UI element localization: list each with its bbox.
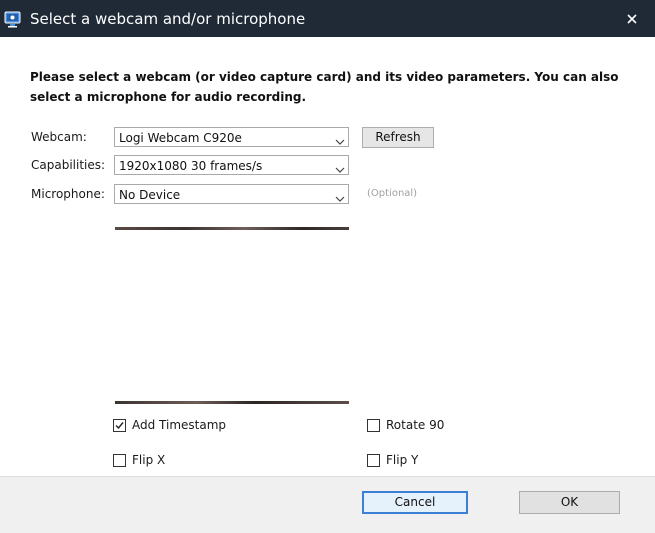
capabilities-select-value: 1920x1080 30 frames/s: [119, 159, 263, 173]
rotate-90-option[interactable]: Rotate 90: [367, 418, 444, 432]
refresh-button[interactable]: Refresh: [362, 127, 434, 148]
webcam-app-icon: [4, 9, 24, 29]
microphone-select[interactable]: No Device: [114, 184, 349, 204]
webcam-dialog: Select a webcam and/or microphone Please…: [0, 0, 655, 533]
preview-edge-bottom: [115, 401, 349, 404]
webcam-select-value: Logi Webcam C920e: [119, 131, 242, 145]
flip-x-checkbox[interactable]: [113, 453, 126, 467]
close-icon[interactable]: [621, 8, 643, 30]
capabilities-label: Capabilities:: [31, 158, 106, 172]
add-timestamp-option[interactable]: Add Timestamp: [113, 418, 226, 432]
webcam-label: Webcam:: [31, 130, 87, 144]
chevron-down-icon: [335, 160, 345, 173]
rotate-90-checkbox[interactable]: [367, 418, 380, 432]
add-timestamp-checkbox[interactable]: [113, 418, 126, 432]
cancel-button[interactable]: Cancel: [362, 491, 468, 514]
add-timestamp-label: Add Timestamp: [132, 418, 227, 432]
flip-y-checkbox[interactable]: [367, 453, 380, 467]
flip-x-option[interactable]: Flip X: [113, 453, 165, 467]
ok-button[interactable]: OK: [519, 491, 620, 514]
flip-y-label: Flip Y: [386, 453, 419, 467]
capabilities-select[interactable]: 1920x1080 30 frames/s: [114, 155, 349, 175]
dialog-footer: Cancel OK: [0, 476, 655, 533]
instructions-text: Please select a webcam (or video capture…: [30, 70, 619, 104]
flip-y-option[interactable]: Flip Y: [367, 453, 418, 467]
chevron-down-icon: [335, 189, 345, 202]
microphone-optional-hint: (Optional): [367, 188, 418, 199]
webcam-select[interactable]: Logi Webcam C920e: [114, 127, 349, 147]
microphone-select-value: No Device: [119, 188, 181, 202]
rotate-90-label: Rotate 90: [386, 418, 445, 432]
chevron-down-icon: [335, 132, 345, 145]
webcam-preview: [115, 227, 349, 404]
title-bar[interactable]: Select a webcam and/or microphone: [0, 0, 655, 37]
flip-x-label: Flip X: [132, 453, 166, 467]
window-title: Select a webcam and/or microphone: [30, 10, 306, 28]
microphone-label: Microphone:: [31, 187, 105, 201]
preview-edge-top: [115, 227, 349, 230]
